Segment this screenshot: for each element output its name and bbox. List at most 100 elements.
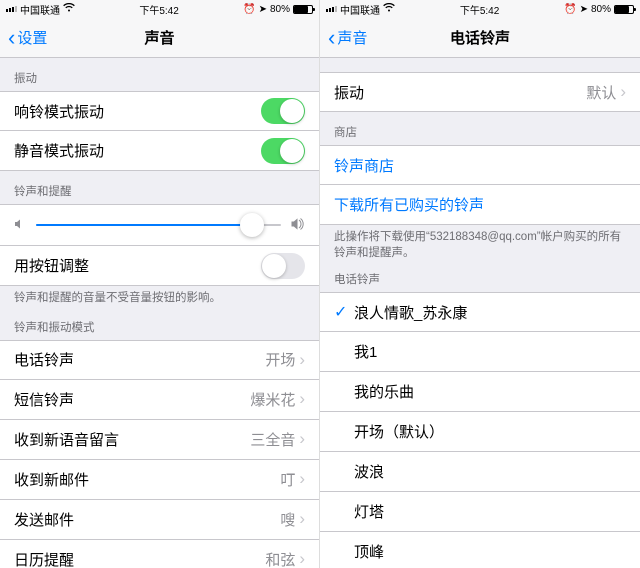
row-download-purchased[interactable]: 下载所有已购买的铃声 — [320, 185, 640, 225]
ringtone-label: 灯塔 — [354, 501, 626, 522]
chevron-right-icon: › — [299, 469, 305, 489]
row-voicemail[interactable]: 收到新语音留言 三全音 › — [0, 420, 319, 460]
section-header-ringtones: 电话铃声 — [320, 269, 640, 292]
volume-slider[interactable] — [36, 224, 281, 226]
battery-pct: 80% — [591, 4, 611, 15]
ringtone-label: 我的乐曲 — [354, 381, 626, 402]
volume-high-icon — [291, 217, 305, 233]
signal-icon — [326, 6, 337, 12]
back-label: 设置 — [17, 27, 47, 48]
phone-sound-settings: 中国联通 下午5:42 ⏰ ➤ 80% ‹ 设置 声音 振动 — [0, 0, 320, 568]
clock: 下午5:42 — [75, 2, 243, 17]
ringtone-item[interactable]: 顶峰 — [320, 532, 640, 568]
chevron-right-icon: › — [299, 389, 305, 409]
phone-ringtone-settings: 中国联通 下午5:42 ⏰ ➤ 80% ‹ 声音 电话铃声 — [320, 0, 640, 568]
page-title: 电话铃声 — [320, 27, 640, 48]
switch-vibrate-ring[interactable] — [261, 98, 305, 124]
ringtone-label: 顶峰 — [354, 541, 626, 562]
ringtone-item[interactable]: 灯塔 — [320, 492, 640, 532]
status-bar: 中国联通 下午5:42 ⏰ ➤ 80% — [0, 0, 319, 18]
battery-icon — [293, 5, 313, 14]
ringtone-item[interactable]: 波浪 — [320, 452, 640, 492]
scroll-content[interactable]: 振动 响铃模式振动 静音模式振动 铃声和提醒 — [0, 58, 319, 568]
chevron-right-icon: › — [299, 429, 305, 449]
row-label: 响铃模式振动 — [14, 101, 261, 122]
chevron-left-icon: ‹ — [328, 27, 335, 49]
section-header-patterns: 铃声和振动模式 — [0, 315, 319, 340]
switch-change-with-buttons[interactable] — [261, 253, 305, 279]
row-label: 收到新语音留言 — [14, 429, 250, 450]
row-value: 默认 — [586, 82, 616, 103]
section-footer-download: 此操作将下载使用“532188348@qq.com”帐户购买的所有铃声和提醒声。 — [320, 225, 640, 269]
chevron-left-icon: ‹ — [8, 27, 15, 49]
ringtone-label: 开场（默认） — [354, 421, 626, 442]
volume-slider-row — [0, 204, 319, 246]
row-vibration[interactable]: 振动 默认 › — [320, 72, 640, 112]
chevron-right-icon: › — [299, 509, 305, 529]
row-value: 叮 — [280, 469, 295, 490]
status-bar: 中国联通 下午5:42 ⏰ ➤ 80% — [320, 0, 640, 18]
ringtone-item[interactable]: 我1 — [320, 332, 640, 372]
row-label: 电话铃声 — [14, 349, 265, 370]
ringtone-label: 我1 — [354, 341, 626, 362]
row-label: 用按钮调整 — [14, 255, 261, 276]
row-new-mail[interactable]: 收到新邮件 叮 › — [0, 460, 319, 500]
row-text-tone[interactable]: 短信铃声 爆米花 › — [0, 380, 319, 420]
chevron-right-icon: › — [620, 82, 626, 102]
location-icon: ➤ — [259, 4, 267, 15]
alarm-icon: ⏰ — [564, 4, 576, 15]
section-header-vibrate: 振动 — [0, 58, 319, 91]
ringtone-item[interactable]: 开场（默认） — [320, 412, 640, 452]
row-label: 短信铃声 — [14, 389, 250, 410]
row-label: 振动 — [334, 82, 586, 103]
carrier-label: 中国联通 — [340, 2, 380, 17]
back-label: 声音 — [337, 27, 367, 48]
volume-low-icon — [14, 217, 26, 233]
signal-icon — [6, 6, 17, 12]
carrier-label: 中国联通 — [20, 2, 60, 17]
row-value: 三全音 — [250, 429, 295, 450]
row-value: 开场 — [265, 349, 295, 370]
switch-vibrate-silent[interactable] — [261, 138, 305, 164]
ringtone-item[interactable]: ✓浪人情歌_苏永康 — [320, 292, 640, 332]
section-header-store: 商店 — [320, 112, 640, 145]
battery-icon — [614, 5, 634, 14]
ringtone-label: 波浪 — [354, 461, 626, 482]
battery-pct: 80% — [270, 4, 290, 15]
row-change-with-buttons[interactable]: 用按钮调整 — [0, 246, 319, 286]
row-label: 铃声商店 — [334, 155, 626, 176]
row-value: 和弦 — [265, 549, 295, 568]
page-title: 声音 — [0, 27, 319, 48]
ringtone-label: 浪人情歌_苏永康 — [354, 302, 626, 323]
chevron-right-icon: › — [299, 350, 305, 370]
row-label: 发送邮件 — [14, 509, 280, 530]
ringtone-list: ✓浪人情歌_苏永康我1我的乐曲开场（默认）波浪灯塔顶峰辐射 — [320, 292, 640, 568]
row-tone-store[interactable]: 铃声商店 — [320, 145, 640, 185]
location-icon: ➤ — [580, 4, 588, 15]
back-button[interactable]: ‹ 设置 — [8, 27, 47, 49]
row-vibrate-ring[interactable]: 响铃模式振动 — [0, 91, 319, 131]
row-sent-mail[interactable]: 发送邮件 嗖 › — [0, 500, 319, 540]
row-ringtone[interactable]: 电话铃声 开场 › — [0, 340, 319, 380]
ringtone-item[interactable]: 我的乐曲 — [320, 372, 640, 412]
row-label: 日历提醒 — [14, 549, 265, 568]
clock: 下午5:42 — [395, 2, 564, 17]
section-header-ringer: 铃声和提醒 — [0, 171, 319, 204]
scroll-content[interactable]: 振动 默认 › 商店 铃声商店 下载所有已购买的铃声 此操作将下载使用“5321… — [320, 58, 640, 568]
row-value: 嗖 — [280, 509, 295, 530]
chevron-right-icon: › — [299, 549, 305, 568]
row-vibrate-silent[interactable]: 静音模式振动 — [0, 131, 319, 171]
navbar: ‹ 声音 电话铃声 — [320, 18, 640, 58]
row-value: 爆米花 — [250, 389, 295, 410]
back-button[interactable]: ‹ 声音 — [328, 27, 367, 49]
wifi-icon — [383, 3, 395, 15]
wifi-icon — [63, 3, 75, 15]
row-label: 下载所有已购买的铃声 — [334, 194, 626, 215]
row-label: 收到新邮件 — [14, 469, 280, 490]
alarm-icon: ⏰ — [243, 4, 255, 15]
navbar: ‹ 设置 声音 — [0, 18, 319, 58]
row-label: 静音模式振动 — [14, 140, 261, 161]
section-footer-ringer: 铃声和提醒的音量不受音量按钮的影响。 — [0, 286, 319, 315]
checkmark-icon: ✓ — [334, 302, 354, 322]
row-calendar[interactable]: 日历提醒 和弦 › — [0, 540, 319, 568]
